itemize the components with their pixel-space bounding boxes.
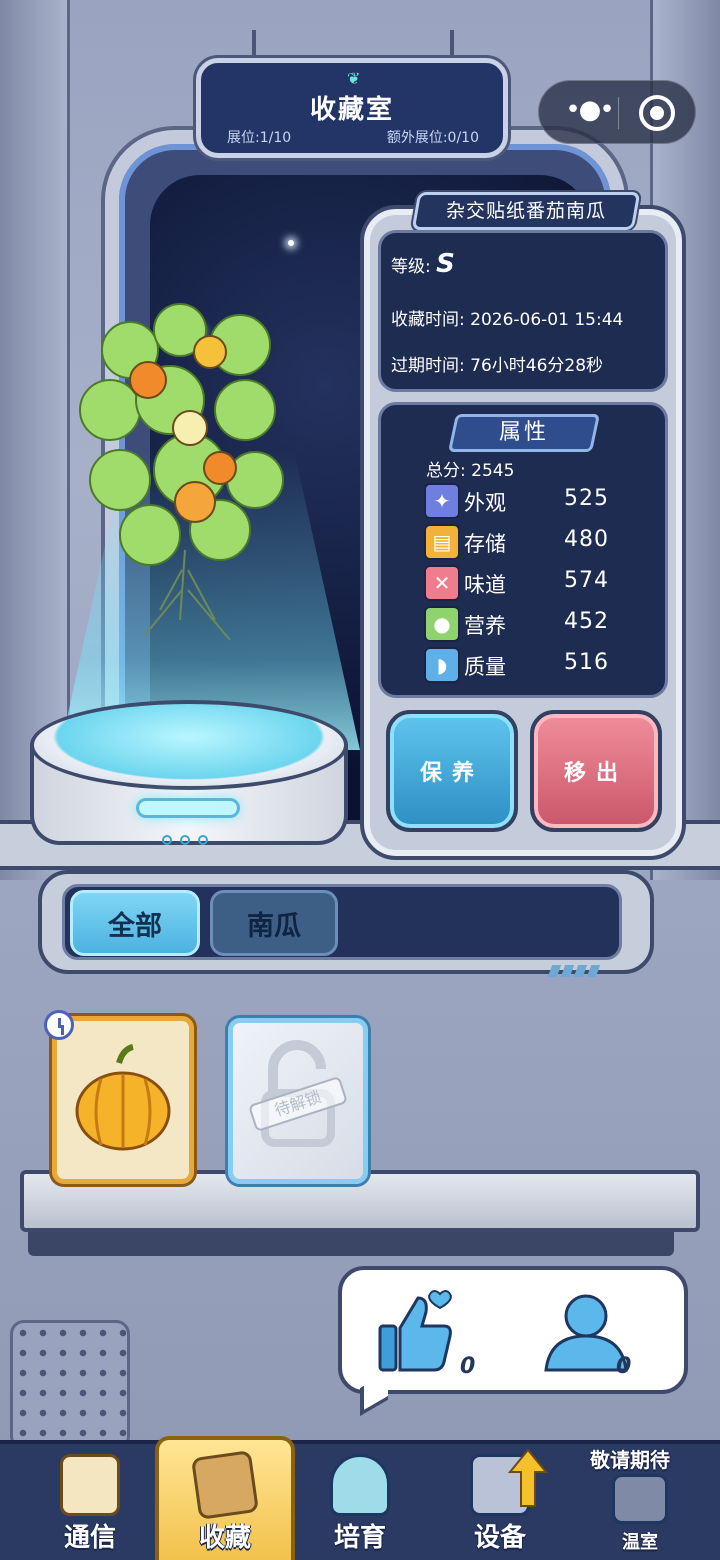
attribute-row-quality: ◗ 质量 516 — [424, 647, 624, 685]
info-box: 等级: S 收藏时间: 2026-06-01 15:44 过期时间: 76小时4… — [378, 230, 668, 392]
attribute-row-appearance: ✦ 外观 525 — [424, 483, 624, 521]
fruit-icon: ● — [424, 606, 460, 642]
attribute-name: 质量 — [464, 655, 506, 679]
collection-card-pumpkin[interactable] — [52, 1016, 194, 1184]
hologram-pedestal — [30, 700, 348, 850]
nav-label: 温室 — [622, 1532, 658, 1553]
hanging-chain — [450, 30, 454, 60]
tab-pumpkin[interactable]: 南瓜 — [210, 890, 338, 956]
hanging-chain — [252, 30, 256, 60]
grade-row: 等级: S — [391, 249, 455, 279]
display-shelf-base — [28, 1232, 674, 1256]
maintain-button[interactable]: 保养 — [386, 710, 518, 832]
sparkle-icon: ✦ — [424, 483, 460, 519]
expire-time-row: 过期时间: 76小时46分28秒 — [391, 351, 603, 376]
capsule-divider — [618, 97, 619, 129]
speaker-grille — [10, 1320, 130, 1450]
upgrade-arrow-icon — [508, 1448, 548, 1507]
visitor-count: 0 — [616, 1354, 632, 1379]
nav-item-comms[interactable]: 通信 — [30, 1448, 150, 1556]
pumpkin-icon — [75, 1044, 171, 1151]
pedestal-indicators — [162, 830, 222, 845]
title-plate: ❦ 收藏室 展位:1/10 额外展位:0/10 — [196, 58, 508, 158]
expire-time-label: 过期时间: — [391, 356, 465, 376]
box-icon: ▤ — [424, 524, 460, 560]
clock-icon — [44, 1010, 74, 1040]
miniprogram-capsule: •●• — [538, 80, 696, 144]
coming-soon-badge: 敬请期待 — [590, 1448, 670, 1472]
attribute-value: 574 — [564, 568, 609, 593]
collect-time-row: 收藏时间: 2026-06-01 15:44 — [391, 305, 623, 330]
item-name: 杂交贴纸番茄南瓜 — [445, 200, 606, 222]
muscle-icon: ◗ — [424, 647, 460, 683]
more-dots-icon[interactable]: •●• — [559, 97, 619, 127]
nav-label: 培育 — [333, 1523, 386, 1553]
remove-button[interactable]: 移出 — [530, 710, 662, 832]
grade-label: 等级: — [391, 257, 431, 277]
sprout-icon: ❦ — [347, 69, 361, 88]
attribute-name: 外观 — [464, 491, 506, 515]
sprout-jar-icon — [330, 1454, 390, 1516]
visitor-icon[interactable] — [538, 1290, 628, 1374]
attribute-name: 存储 — [464, 532, 506, 556]
grade-value: S — [436, 249, 455, 279]
nav-item-collection[interactable]: 收藏 — [165, 1448, 285, 1556]
action-buttons: 保养 移出 — [374, 710, 674, 840]
item-name-tag: 杂交贴纸番茄南瓜 — [411, 192, 641, 230]
total-label: 总分: — [426, 461, 466, 481]
collect-time-value: 2026-06-01 15:44 — [470, 310, 624, 330]
attribute-value: 525 — [564, 486, 609, 511]
nav-label: 通信 — [63, 1523, 116, 1553]
extra-slot-count: 额外展位:0/10 — [386, 130, 479, 146]
attribute-title: 属性 — [498, 420, 549, 445]
nav-item-greenhouse[interactable]: 温室 — [580, 1470, 700, 1556]
nav-label: 设备 — [473, 1523, 526, 1553]
attribute-row-nutrition: ● 营养 452 — [424, 606, 624, 644]
nav-label: 收藏 — [198, 1523, 251, 1553]
attribute-value: 516 — [564, 650, 609, 675]
nav-item-equipment[interactable]: 设备 — [440, 1448, 560, 1556]
total-value: 2545 — [471, 461, 515, 481]
pumpkin-tomato-plant — [79, 303, 284, 641]
utensils-icon: ✕ — [424, 565, 460, 601]
locked-greenhouse-icon — [612, 1474, 668, 1524]
total-score: 总分: 2545 — [426, 456, 514, 481]
star-icon — [288, 240, 294, 246]
attribute-value: 452 — [564, 609, 609, 634]
pedestal-light — [136, 798, 240, 818]
attribute-value: 480 — [564, 527, 609, 552]
attribute-row-storage: ▤ 存储 480 — [424, 524, 624, 562]
collection-box-icon — [190, 1450, 260, 1520]
slot-count: 展位:1/10 — [227, 130, 292, 146]
page-title: 收藏室 — [309, 95, 394, 125]
tab-all[interactable]: 全部 — [70, 890, 200, 956]
attribute-header: 属性 — [447, 414, 601, 452]
attribute-name: 营养 — [464, 614, 506, 638]
clipboard-icon — [60, 1454, 120, 1516]
nav-item-breed[interactable]: 培育 — [300, 1448, 420, 1556]
like-count: 0 — [460, 1354, 476, 1379]
record-close-icon[interactable] — [639, 95, 675, 131]
thumbs-up-icon[interactable] — [376, 1288, 456, 1374]
expire-time-value: 76小时46分28秒 — [470, 356, 604, 376]
decorative-dashes — [547, 962, 610, 977]
attribute-name: 味道 — [464, 573, 506, 597]
social-bubble: 0 0 — [338, 1266, 688, 1394]
attribute-row-taste: ✕ 味道 574 — [424, 565, 624, 603]
collect-time-label: 收藏时间: — [391, 310, 465, 330]
pedestal-top — [30, 700, 348, 790]
